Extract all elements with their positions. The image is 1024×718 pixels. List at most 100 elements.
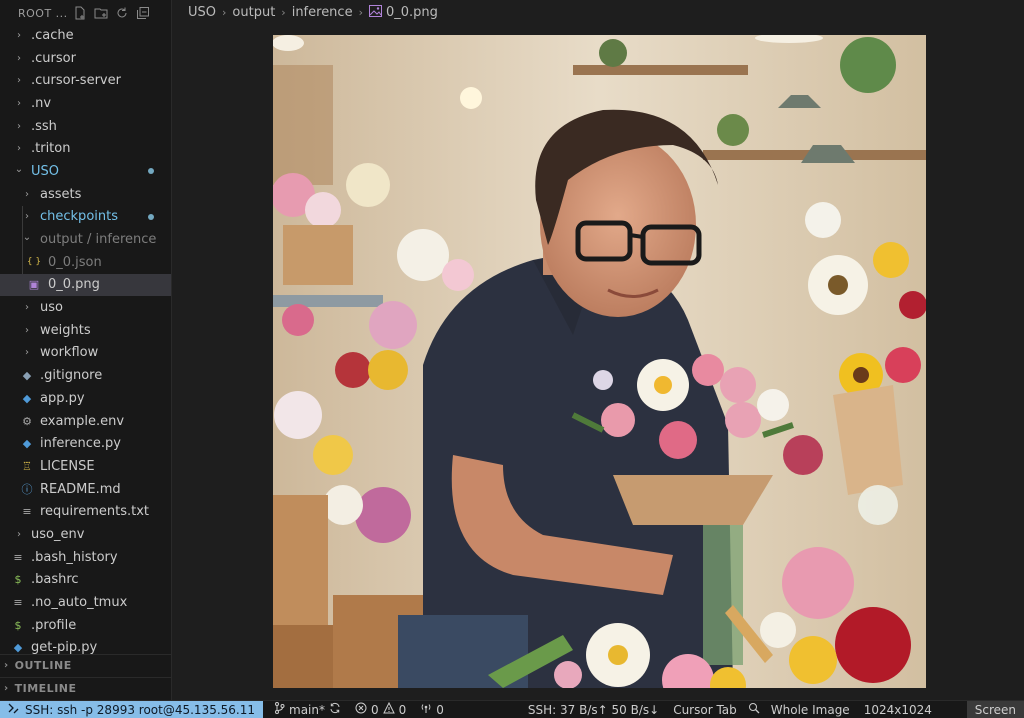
python-file-icon: ◆ <box>22 437 32 451</box>
ports-indicator[interactable]: 0 <box>413 701 451 718</box>
tree-item-label: checkpoints <box>40 209 118 225</box>
tree-folder[interactable]: › uso <box>0 296 171 319</box>
tree-item-label: .nv <box>31 95 52 111</box>
tree-folder[interactable]: › .cursor <box>0 47 171 70</box>
tree-file[interactable]: ◆ inference.py <box>0 432 171 455</box>
flower-shop-photo <box>273 35 926 688</box>
tree-file[interactable]: { } 0_0.json <box>0 251 171 274</box>
tree-item-label: uso_env <box>31 526 85 542</box>
tree-folder[interactable]: › .triton <box>0 137 171 160</box>
chevron-right-icon: › <box>17 97 21 109</box>
zoom-button[interactable] <box>744 701 764 718</box>
tree-file[interactable]: $ .bashrc <box>0 569 171 592</box>
preview-image[interactable] <box>273 35 926 688</box>
tree-file[interactable]: $ .profile <box>0 614 171 637</box>
chevron-right-icon: › <box>25 347 29 359</box>
collapse-all-icon[interactable] <box>135 5 152 22</box>
tree-folder[interactable]: › workflow <box>0 342 171 365</box>
chevron-right-icon: › <box>25 211 29 223</box>
tree-folder[interactable]: ⌄ USO <box>0 160 171 183</box>
tree-item-label: .cache <box>31 27 74 43</box>
view-mode-indicator[interactable]: Whole Image <box>764 701 857 718</box>
timeline-section-label: TIMELINE <box>14 682 77 695</box>
editor-window: ROOT ... › .cache › .cursor › .cursor-server ›… <box>0 0 1024 718</box>
tree-item-label: weights <box>40 322 91 338</box>
tree-file[interactable]: ♖ LICENSE <box>0 455 171 478</box>
tree-file[interactable]: ≡ .no_auto_tmux <box>0 591 171 614</box>
chevron-right-icon: › <box>17 143 21 155</box>
tree-item-label: .no_auto_tmux <box>31 595 128 611</box>
cursor-tab-indicator[interactable]: Cursor Tab <box>666 701 744 718</box>
timeline-section[interactable]: › TIMELINE <box>0 677 171 699</box>
ports-count: 0 <box>436 702 444 717</box>
modified-dot <box>148 213 154 220</box>
chevron-right-icon: › <box>4 683 9 694</box>
tree-file[interactable]: ◆ .gitignore <box>0 364 171 387</box>
tree-folder[interactable]: › uso_env <box>0 523 171 546</box>
remote-icon <box>8 703 19 717</box>
shell-file-icon: $ <box>14 573 22 587</box>
tree-folder[interactable]: › assets <box>0 183 171 206</box>
tree-file[interactable]: ⓘ README.md <box>0 478 171 501</box>
breadcrumb-item-inference[interactable]: inference <box>292 5 353 20</box>
sync-icon[interactable] <box>329 702 341 717</box>
tree-folder[interactable]: › .cache <box>0 24 171 47</box>
tree-item-label: .bashrc <box>31 572 79 588</box>
status-bar: SSH: ssh -p 28993 root@45.135.56.11 main… <box>0 700 1024 718</box>
tree-file[interactable]: ◆ app.py <box>0 387 171 410</box>
breadcrumb-item-file[interactable]: 0_0.png <box>386 5 438 20</box>
ssh-rate: SSH: 37 B/s↑ 50 B/s↓ <box>521 701 666 718</box>
warning-count: 0 <box>398 702 407 717</box>
tree-folder[interactable]: › weights <box>0 319 171 342</box>
git-branch-icon <box>274 702 285 717</box>
image-size-indicator: 1024x1024 <box>857 701 939 718</box>
outline-section[interactable]: › OUTLINE <box>0 654 171 676</box>
tree-item-label: .cursor <box>31 50 76 66</box>
tree-item-label: requirements.txt <box>40 504 150 520</box>
tree-file[interactable]: ▣ 0_0.png <box>0 273 171 297</box>
tree-item-label: .cursor-server <box>31 73 121 89</box>
zoom-icon <box>748 702 760 717</box>
chevron-right-icon: › <box>17 52 21 64</box>
tree-file[interactable]: ⚙ example.env <box>0 410 171 433</box>
remote-label: SSH: ssh -p 28993 root@45.135.56.11 <box>25 702 256 717</box>
breadcrumb-item-output[interactable]: output <box>232 5 275 20</box>
warning-icon <box>382 701 395 717</box>
chevron-right-icon: › <box>17 528 21 540</box>
tree-folder[interactable]: › .nv <box>0 92 171 115</box>
modified-dot <box>148 168 154 175</box>
chevron-right-icon: › <box>281 6 286 19</box>
tree-folder[interactable]: › checkpoints <box>0 206 171 229</box>
tree-folder[interactable]: › .cursor-server <box>0 69 171 92</box>
chevron-right-icon: › <box>222 6 227 19</box>
image-file-icon <box>368 5 382 20</box>
explorer-sidebar: ROOT ... › .cache › .cursor › .cursor-server ›… <box>0 0 172 700</box>
tree-item-label: 0_0.png <box>48 277 100 293</box>
tree-file[interactable]: ≡ .bash_history <box>0 546 171 569</box>
problems-indicator[interactable]: 0 0 <box>348 701 413 718</box>
tree-file[interactable]: ≡ requirements.txt <box>0 500 171 523</box>
tree-item-label: inference.py <box>40 436 121 452</box>
broadcast-icon <box>420 702 432 717</box>
breadcrumb: USO › output › inference › 0_0.png <box>188 5 438 20</box>
screen-label: Screen <box>974 702 1016 717</box>
branch-indicator[interactable]: main* <box>267 701 348 718</box>
image-preview-editor: USO › output › inference › 0_0.png <box>172 0 1024 700</box>
explorer-title[interactable]: ROOT ... <box>18 7 68 20</box>
tree-folder[interactable]: ⌄ output / inference <box>0 228 171 251</box>
breadcrumb-item-uso[interactable]: USO <box>188 5 216 20</box>
tree-item-label: 0_0.json <box>48 254 102 270</box>
new-file-icon[interactable] <box>72 5 89 22</box>
refresh-icon[interactable] <box>114 5 131 22</box>
tree-item-label: LICENSE <box>40 458 95 474</box>
chevron-down-icon: ⌄ <box>14 163 24 175</box>
error-icon <box>355 702 367 717</box>
tree-folder[interactable]: › .ssh <box>0 115 171 138</box>
tree-item-label: .gitignore <box>40 368 103 384</box>
screen-button[interactable]: Screen <box>966 700 1024 718</box>
chevron-right-icon: › <box>25 324 29 336</box>
new-folder-icon[interactable] <box>93 5 110 22</box>
json-file-icon: { } <box>26 257 42 268</box>
remote-indicator[interactable]: SSH: ssh -p 28993 root@45.135.56.11 <box>0 700 264 718</box>
text-file-icon: ≡ <box>13 596 23 610</box>
